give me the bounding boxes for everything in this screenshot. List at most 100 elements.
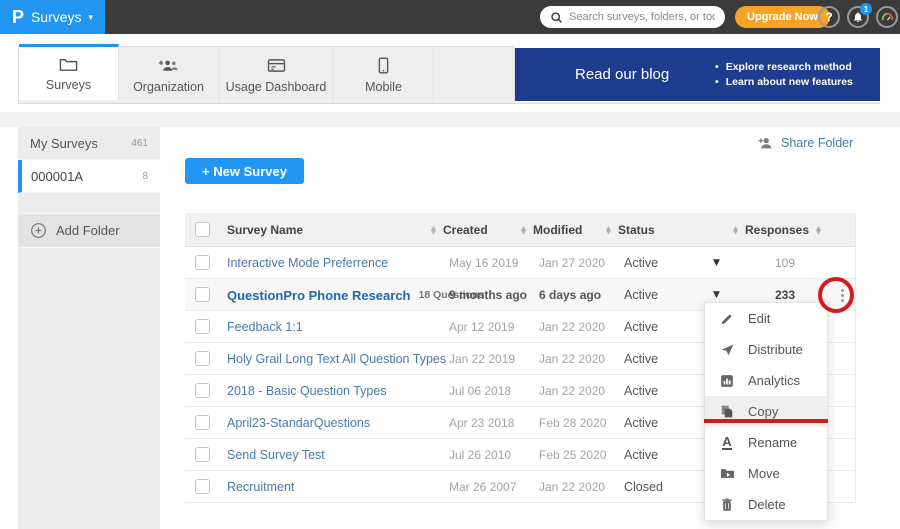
header-modified[interactable]: ▲▼Modified [521,213,582,247]
product-switcher[interactable]: P Surveys ▾ [0,0,105,34]
tab-bar-filler [434,47,514,103]
row-checkbox[interactable] [195,447,210,462]
created-cell: Mar 26 2007 [449,471,534,503]
status-cell: Active [624,343,694,375]
blog-banner-bullets: Explore research method Learn about new f… [715,58,853,91]
modified-cell: Jan 27 2020 [539,247,619,279]
folder-icon [59,55,78,73]
share-folder-label: Share Folder [781,136,853,150]
chart-icon [719,373,735,389]
row-checkbox[interactable] [195,383,210,398]
row-checkbox[interactable] [195,319,210,334]
menu-item-label: Rename [748,435,797,450]
row-checkbox[interactable] [195,287,210,302]
add-folder-button[interactable]: Add Folder [18,213,160,248]
survey-name-link[interactable]: Recruitment [227,480,294,494]
blog-banner-bullet: Explore research method [715,61,853,73]
created-cell: May 16 2019 [449,247,534,279]
status-cell: Active [624,439,694,471]
status-cell: Active [624,375,694,407]
tab-bar: Surveys OrganizationUsage Dashboard Mobile [18,46,515,104]
folders-sidebar: My Surveys461 000001A 8 Add Folder [18,127,160,529]
survey-name-link[interactable]: QuestionPro Phone Research [227,288,411,303]
status-cell: Active [624,279,694,311]
row-checkbox[interactable] [195,255,210,270]
menu-item-edit[interactable]: Edit [705,303,827,334]
folder-label: 000001A [31,169,83,184]
survey-name-link[interactable]: Holy Grail Long Text All Question Types [227,352,446,366]
tab-organization[interactable]: Organization [119,47,219,103]
modified-cell: Jan 22 2020 [539,311,619,343]
tab-mobile[interactable]: Mobile [334,47,434,103]
notifications-button[interactable]: 1 [847,6,869,28]
created-cell: 9 months ago [449,279,534,311]
question-mark-icon: ? [825,10,832,24]
row-checkbox[interactable] [195,479,210,494]
sidebar-item-my-surveys[interactable]: My Surveys461 [18,127,160,160]
move-icon [719,466,735,482]
created-cell: Apr 23 2018 [449,407,534,439]
row-actions-kebab-button[interactable] [833,286,851,304]
sidebar-item-000001a[interactable]: 000001A 8 [18,160,160,193]
tab-bar-divider [18,103,880,104]
upgrade-now-button[interactable]: Upgrade Now [735,6,830,28]
blog-banner[interactable]: Read our blog Explore research methodLea… [515,48,880,101]
status-cell: Closed [624,471,694,503]
menu-item-label: Edit [748,311,770,326]
menu-item-copy[interactable]: Copy [705,396,827,427]
row-checkbox[interactable] [195,351,210,366]
plus-circle-icon [30,222,47,239]
table-row[interactable]: Interactive Mode Preferrence May 16 2019… [185,247,855,279]
survey-name-link[interactable]: April23-StandarQuestions [227,416,370,430]
menu-item-move[interactable]: Move [705,458,827,489]
status-cell: Active [624,311,694,343]
new-survey-button[interactable]: + New Survey [185,158,304,184]
global-search[interactable] [540,6,725,28]
blog-banner-bullet: Learn about new features [715,76,853,88]
modified-cell: 6 days ago [539,279,619,311]
status-cell: Active [624,407,694,439]
header-survey-name[interactable]: Survey Name [227,213,303,247]
menu-item-label: Analytics [748,373,800,388]
row-context-menu: Edit Distribute Analytics CopyARename Move De… [704,302,828,521]
menu-item-distribute[interactable]: Distribute [705,334,827,365]
mobile-icon [378,57,389,75]
created-cell: Jan 22 2019 [449,343,534,375]
status-cell: Active [624,247,694,279]
tab-surveys[interactable]: Surveys [19,44,119,100]
sort-icon: ▲▼ [606,226,611,234]
table-header-row: Survey Name ▲▼Created ▲▼Modified ▲▼Statu… [185,213,855,247]
menu-item-label: Move [748,466,780,481]
help-button[interactable]: ? [818,6,840,28]
sort-icon: ▲▼ [816,226,821,234]
menu-item-analytics[interactable]: Analytics [705,365,827,396]
modified-cell: Jan 22 2020 [539,343,619,375]
header-created[interactable]: ▲▼Created [431,213,488,247]
menu-item-rename[interactable]: ARename [705,427,827,458]
sort-icon: ▲▼ [733,226,738,234]
header-status[interactable]: ▲▼Status [606,213,655,247]
survey-name-link[interactable]: Feedback 1:1 [227,320,303,334]
survey-name-link[interactable]: Interactive Mode Preferrence [227,256,388,270]
created-cell: Apr 12 2019 [449,311,534,343]
survey-name-link[interactable]: Send Survey Test [227,448,325,462]
row-checkbox[interactable] [195,415,210,430]
survey-name-link[interactable]: 2018 - Basic Question Types [227,384,387,398]
modified-cell: Feb 28 2020 [539,407,619,439]
select-all-checkbox[interactable] [195,222,210,237]
tab-label: Mobile [365,80,402,94]
copy-icon [719,404,735,420]
content-top-band [0,112,900,127]
header-responses[interactable]: ▲▼Responses▲▼ [733,213,821,247]
status-dropdown-caret[interactable]: ▼ [713,247,733,279]
search-input[interactable] [569,11,715,23]
tab-usage-dashboard[interactable]: Usage Dashboard [219,47,334,103]
share-folder-link[interactable]: Share Folder [757,136,853,150]
menu-item-delete[interactable]: Delete [705,489,827,520]
tab-label: Surveys [46,78,91,92]
modified-cell: Jan 22 2020 [539,375,619,407]
notification-badge: 1 [860,3,872,15]
usage-meter-button[interactable] [876,6,898,28]
folder-count: 8 [142,171,148,182]
questionpro-logo-icon: P [12,8,24,26]
